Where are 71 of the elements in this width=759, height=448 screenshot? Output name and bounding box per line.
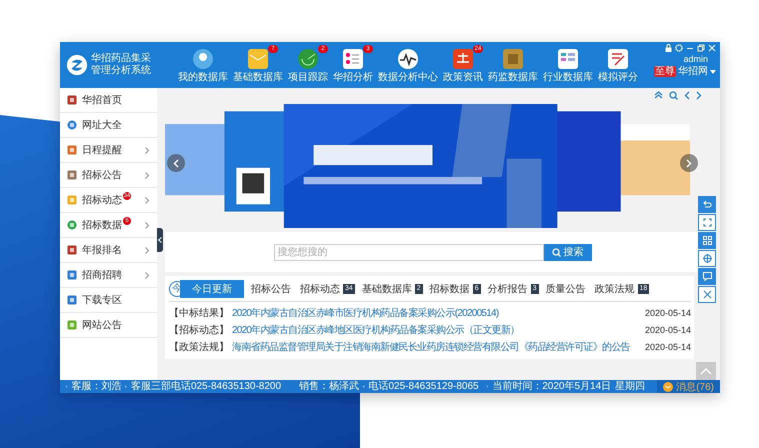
caret-icon[interactable] (710, 70, 716, 74)
category-label: 【招标动态】 (169, 324, 229, 336)
tab[interactable]: 基础数据库 (360, 280, 414, 298)
tab[interactable]: 招标公告 (249, 280, 293, 298)
grid-icon[interactable] (698, 232, 716, 249)
category-label: 【政策法规】 (169, 340, 229, 354)
weekday-text: 星期四 (615, 380, 646, 392)
list-icon (342, 48, 364, 70)
service-text: 客服：刘浩 (71, 380, 122, 392)
news-link[interactable]: 2020年内蒙古自治区赤峰市医疗机构药品备案采购公示(20200514) (232, 306, 640, 320)
collapse-handle[interactable] (157, 228, 163, 252)
date-time-text: 当前时间：2020年5月14日 (492, 380, 612, 392)
news-link[interactable]: 海南省药品监督管理局关于注销海南新健民长业药房连锁经营有限公司《药品经营许可证》的公告 (232, 340, 640, 354)
sidebar-item[interactable]: 年报排名 (60, 238, 157, 263)
settings-icon[interactable] (675, 44, 683, 52)
tab[interactable]: 招标动态 (298, 280, 342, 298)
sidebar-item[interactable]: 下载专区 (60, 288, 157, 313)
level-badge: 至尊 (654, 66, 676, 77)
sidebar-item[interactable]: 网址大全 (60, 113, 157, 138)
search-button[interactable]: 搜索 (544, 244, 592, 260)
tab[interactable]: 质量公告 (544, 280, 588, 298)
target-icon[interactable] (698, 250, 716, 267)
next-button[interactable] (680, 154, 698, 172)
search-field[interactable]: 搜您想搜的 (274, 244, 544, 260)
sidebar-item[interactable]: 日程提醒 (60, 138, 157, 163)
sales-text: 销售：杨泽武 (299, 380, 360, 392)
tab[interactable]: 分析报告 (486, 280, 530, 298)
next-icon[interactable] (696, 90, 702, 100)
scan-icon[interactable] (698, 214, 716, 231)
site-name: 华招网 (678, 66, 708, 77)
phone-text: 客服三部电话025-84635130-8200 (130, 380, 282, 392)
phone-text: 电话025-84635129-8065 (368, 380, 479, 392)
double-up-icon[interactable] (654, 91, 663, 99)
date-text: 2020-05-14 (644, 342, 691, 352)
sidebar-item[interactable]: 招标公告 (60, 163, 157, 188)
table-icon (557, 48, 579, 70)
date-text: 2020-05-14 (644, 308, 691, 318)
prev-button[interactable] (167, 154, 185, 172)
lock-icon[interactable] (665, 44, 672, 52)
nav-item[interactable]: 药监数据库 (488, 48, 538, 82)
category-label: 【中标结果】 (169, 306, 229, 320)
restore-icon[interactable] (697, 44, 705, 52)
date-text: 2020-05-14 (644, 324, 691, 334)
user-name[interactable]: admin (683, 54, 716, 64)
wave-icon (397, 48, 419, 70)
tab[interactable]: 今日更新 (180, 280, 244, 298)
nav-item[interactable]: 行业数据库 (543, 48, 593, 82)
news-link[interactable]: 2020年内蒙古自治区赤峰地区医疗机构药品备案采购公示（正文更新） (232, 322, 640, 336)
nav-item[interactable]: 模拟评分 (598, 48, 638, 82)
chevron-left-icon (173, 158, 179, 168)
back-icon[interactable] (698, 196, 716, 213)
person-icon (192, 48, 214, 70)
close-icon[interactable] (698, 286, 716, 303)
sidebar-item[interactable]: 华招首页 (60, 88, 157, 113)
search-icon (552, 248, 560, 256)
nav-item[interactable]: 数据分析中心 (378, 48, 438, 82)
document-icon (607, 48, 629, 70)
nav-item[interactable]: 我的数据库 (178, 48, 228, 82)
app-title: 华招药品集采 (91, 53, 151, 64)
app-subtitle: 管理分析系统 (91, 65, 151, 77)
chevron-right-icon (686, 158, 692, 168)
mail-icon (663, 382, 674, 392)
sidebar-item[interactable]: 网站公告 (60, 313, 157, 338)
tab[interactable]: 政策法规 (592, 280, 637, 298)
chevron-up-icon (700, 368, 712, 374)
tab[interactable]: 招标数据 (428, 280, 472, 298)
chat-icon[interactable] (698, 268, 716, 285)
search-icon[interactable] (669, 90, 678, 100)
sidebar-item[interactable]: 招商招聘 (60, 263, 157, 288)
logo-icon (66, 54, 88, 76)
prev-icon[interactable] (684, 90, 690, 100)
